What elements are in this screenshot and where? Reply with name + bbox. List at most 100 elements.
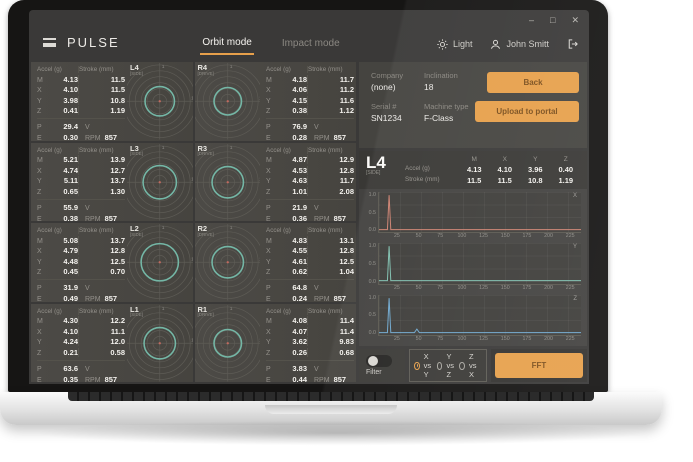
light-theme-toggle[interactable]: Light bbox=[437, 38, 473, 50]
sensor-readings: Accel (g) Stroke (mm) M 4.13 11.5 X 4.10… bbox=[31, 62, 127, 141]
p-label: P bbox=[37, 204, 42, 212]
p-label: P bbox=[266, 285, 271, 292]
detail-stroke-value: 11.5 bbox=[497, 175, 512, 185]
rpm-value: 857 bbox=[333, 294, 347, 302]
orbit-plot: 1 1 R1 [DRIVE] bbox=[194, 304, 260, 383]
orbit-axis-tick: 1 bbox=[229, 225, 232, 231]
upload-to-portal-button[interactable]: Upload to portal bbox=[475, 101, 579, 122]
filter-toggle[interactable] bbox=[366, 355, 392, 367]
laptop-keyboard-edge bbox=[68, 392, 594, 401]
mode-tab[interactable]: Orbit mode bbox=[200, 33, 254, 55]
pulse-app-window: – □ ✕ PULSE Orbit mode Impact mode Light… bbox=[29, 10, 589, 384]
sensor-readings: Accel (g) Stroke (mm) M 4.30 12.2 X 4.10… bbox=[31, 304, 127, 383]
sensor-tile[interactable]: Accel (g) Stroke (mm) M 4.18 11.7 X 4.06… bbox=[194, 62, 356, 141]
sensor-tile[interactable]: Accel (g) Stroke (mm) M 5.08 13.7 X 4.79… bbox=[31, 223, 193, 302]
x-tick: 125 bbox=[479, 335, 488, 342]
stroke-value: 1.04 bbox=[307, 267, 354, 276]
accel-value: 4.10 bbox=[63, 326, 78, 336]
sensor-tile[interactable]: Accel (g) Stroke (mm) M 4.08 11.4 X 4.07… bbox=[194, 303, 356, 383]
x-tick: 25 bbox=[393, 284, 400, 291]
accel-value: 4.08 bbox=[292, 316, 307, 325]
close-button[interactable]: ✕ bbox=[571, 15, 579, 26]
accel-value: 1.01 bbox=[292, 186, 307, 196]
stroke-value: 10.8 bbox=[78, 95, 125, 105]
back-button[interactable]: Back bbox=[487, 72, 579, 93]
x-tick: 75 bbox=[437, 284, 444, 291]
x-tick: 225 bbox=[565, 284, 575, 291]
p-label: P bbox=[266, 124, 271, 131]
orbit-center-marker bbox=[158, 180, 161, 183]
minimize-button[interactable]: – bbox=[529, 15, 534, 25]
stroke-header: Stroke (mm) bbox=[307, 66, 354, 73]
mode-tab[interactable]: Impact mode bbox=[280, 34, 342, 54]
sensor-readings: Accel (g) Stroke (mm) M 5.21 13.9 X 4.74… bbox=[31, 143, 127, 221]
orbit-plot: 1 1 L4 [SIDE] bbox=[127, 62, 193, 141]
orbit-axis-tick: 1 bbox=[229, 144, 232, 150]
axis-label: Z bbox=[37, 188, 42, 196]
orbit-plot: 1 1 L3 [SIDE] bbox=[127, 143, 193, 222]
light-label: Light bbox=[452, 39, 473, 49]
sensor-tile[interactable]: Accel (g) Stroke (mm) M 4.30 12.2 X 4.10… bbox=[31, 303, 193, 383]
sensor-position: [SIDE] bbox=[130, 70, 144, 76]
stroke-header: Stroke (mm) bbox=[307, 307, 354, 315]
accel-value: 4.07 bbox=[292, 326, 307, 336]
x-tick: 200 bbox=[544, 284, 553, 291]
rpm-label: RPM bbox=[314, 296, 330, 302]
accel-value: 5.21 bbox=[63, 155, 78, 164]
accel-value: 5.08 bbox=[63, 235, 78, 245]
p-value: 3.83 bbox=[292, 363, 307, 373]
sensor-readings: Accel (g) Stroke (mm) M 4.18 11.7 X 4.06… bbox=[260, 62, 356, 141]
axis-label: M bbox=[266, 318, 272, 325]
orbit-pair-radio[interactable]: Y vs Z bbox=[436, 352, 460, 379]
x-tick: 200 bbox=[544, 335, 553, 342]
axis-label: Y bbox=[266, 258, 271, 266]
info-actions: Back Upload to portal bbox=[475, 71, 579, 140]
rpm-value: 857 bbox=[104, 133, 118, 141]
info-field: Company (none) bbox=[371, 71, 416, 92]
sensor-tile[interactable]: Accel (g) Stroke (mm) M 4.87 12.9 X 4.53… bbox=[194, 142, 356, 221]
orbit-pair-radio[interactable]: Z vs X bbox=[459, 352, 482, 379]
rpm-label: RPM bbox=[85, 135, 101, 141]
sensor-position: [SIDE] bbox=[130, 231, 144, 237]
orbit-plot: 1 1 L2 [SIDE] bbox=[127, 223, 193, 302]
sensor-tile[interactable]: Accel (g) Stroke (mm) M 4.13 11.5 X 4.10… bbox=[31, 62, 193, 141]
detail-sensor-tag: L4 [SIDE] bbox=[359, 151, 405, 189]
orbit-axis-tick: 1 bbox=[259, 337, 260, 343]
stroke-value: 12.2 bbox=[78, 316, 125, 325]
axis-label: Z bbox=[37, 349, 42, 357]
stroke-header: Stroke (mm) bbox=[78, 146, 125, 154]
stroke-header: Stroke (mm) bbox=[307, 227, 354, 234]
stroke-value: 2.08 bbox=[307, 186, 354, 196]
accel-value: 4.87 bbox=[292, 155, 307, 164]
stroke-value: 12.8 bbox=[307, 165, 354, 175]
maximize-button[interactable]: □ bbox=[550, 15, 555, 25]
accel-value: 4.18 bbox=[292, 74, 307, 84]
orbit-axis-tick: 1 bbox=[162, 225, 165, 231]
p-label: P bbox=[37, 285, 42, 292]
axis-label: X bbox=[37, 248, 42, 255]
info-field-label: Serial # bbox=[371, 102, 397, 111]
x-tick: 200 bbox=[544, 233, 553, 240]
accel-value: 0.65 bbox=[63, 186, 78, 196]
orbit-pair-radio[interactable]: X vs Y bbox=[414, 352, 437, 379]
accel-value: 0.41 bbox=[63, 106, 78, 115]
top-bar: PULSE Orbit mode Impact mode Light John … bbox=[29, 28, 589, 60]
stroke-value: 12.5 bbox=[307, 256, 354, 266]
v-label: V bbox=[85, 124, 90, 131]
sensor-tile[interactable]: Accel (g) Stroke (mm) M 4.83 13.1 X 4.55… bbox=[194, 223, 356, 302]
fft-button[interactable]: FFT bbox=[495, 353, 583, 378]
e-value: 0.30 bbox=[63, 133, 78, 141]
rpm-label: RPM bbox=[85, 296, 101, 302]
rpm-label: RPM bbox=[85, 376, 101, 383]
sensor-tile[interactable]: Accel (g) Stroke (mm) M 5.21 13.9 X 4.74… bbox=[31, 142, 193, 222]
accel-value: 0.38 bbox=[292, 106, 307, 115]
sensor-position: [SIDE] bbox=[130, 151, 144, 156]
x-tick: 50 bbox=[415, 335, 422, 342]
logout-icon[interactable] bbox=[567, 38, 579, 50]
axis-label: Y bbox=[37, 178, 42, 185]
user-menu[interactable]: John Smitt bbox=[490, 39, 549, 50]
e-label: E bbox=[266, 135, 271, 141]
accel-value: 3.62 bbox=[292, 337, 307, 346]
sensor-detail-panel: L4 [SIDE] M X Y Z Accel (g) 4.13 4.10 3.… bbox=[359, 151, 587, 346]
info-field: Inclination 18 bbox=[424, 71, 469, 92]
